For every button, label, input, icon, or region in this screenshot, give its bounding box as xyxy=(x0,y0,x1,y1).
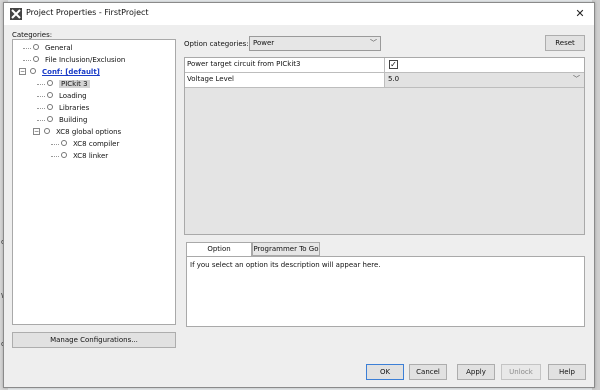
chevron-down-icon: ﹀ xyxy=(370,39,377,47)
unlock-button[interactable]: Unlock xyxy=(501,364,541,380)
tab-programmer-to-go[interactable]: Programmer To Go xyxy=(252,242,320,256)
power-target-checkbox[interactable]: ✓ xyxy=(389,60,398,69)
tree-item-conf-default[interactable]: − Conf: [default] xyxy=(19,67,100,78)
tree-item-libraries[interactable]: Libraries xyxy=(37,103,89,114)
tree-node-icon xyxy=(44,128,50,134)
help-button[interactable]: Help xyxy=(548,364,586,380)
categories-tree: General File Inclusion/Exclusion − Conf: … xyxy=(12,39,176,325)
app-icon xyxy=(10,8,22,20)
reset-button[interactable]: Reset xyxy=(545,35,585,51)
tree-node-icon xyxy=(61,140,67,146)
tree-node-icon xyxy=(47,80,53,86)
manage-configurations-button[interactable]: Manage Configurations... xyxy=(12,332,176,348)
option-categories-label: Option categories: xyxy=(184,40,249,48)
option-name: Power target circuit from PICkit3 xyxy=(185,58,385,72)
cancel-button[interactable]: Cancel xyxy=(409,364,447,380)
close-icon: ✕ xyxy=(575,7,585,20)
option-name: Voltage Level xyxy=(185,73,385,87)
collapse-icon[interactable]: − xyxy=(33,127,40,135)
close-button[interactable]: ✕ xyxy=(572,6,588,22)
option-row: Power target circuit from PICkit3 ✓ xyxy=(185,58,584,73)
tree-node-icon xyxy=(61,152,67,158)
categories-label: Categories: xyxy=(12,31,53,39)
voltage-level-value: 5.0 xyxy=(388,75,400,83)
tab-option-description[interactable]: Option Description xyxy=(186,242,252,265)
option-description-text: If you select an option its description … xyxy=(186,256,585,327)
tree-node-icon xyxy=(33,56,39,62)
apply-button[interactable]: Apply xyxy=(457,364,495,380)
tree-item-xc8-compiler[interactable]: XC8 compiler xyxy=(51,139,119,150)
tree-node-icon xyxy=(33,44,39,50)
project-properties-dialog: Project Properties - FirstProject ✕ Cate… xyxy=(3,2,595,388)
tree-item-building[interactable]: Building xyxy=(37,115,87,126)
tree-node-icon xyxy=(47,104,53,110)
tree-item-xc8-linker[interactable]: XC8 linker xyxy=(51,151,108,162)
voltage-level-select[interactable]: 5.0 ﹀ xyxy=(385,73,584,87)
options-table: Power target circuit from PICkit3 ✓ Volt… xyxy=(184,57,585,235)
tree-node-icon xyxy=(47,116,53,122)
option-categories-value: Power xyxy=(253,39,275,47)
window-title: Project Properties - FirstProject xyxy=(26,8,149,17)
tree-node-icon xyxy=(47,92,53,98)
option-row: Voltage Level 5.0 ﹀ xyxy=(185,73,584,88)
chevron-down-icon: ﹀ xyxy=(573,75,580,83)
option-value: ✓ xyxy=(385,58,584,72)
collapse-icon[interactable]: − xyxy=(19,67,26,75)
tree-item-loading[interactable]: Loading xyxy=(37,91,87,102)
title-bar[interactable]: Project Properties - FirstProject ✕ xyxy=(4,3,594,25)
tree-node-icon xyxy=(30,68,36,74)
option-categories-select[interactable]: Power ﹀ xyxy=(249,36,381,51)
tree-item-xc8-global[interactable]: − XC8 global options xyxy=(33,127,121,138)
tree-item-file-inclusion[interactable]: File Inclusion/Exclusion xyxy=(23,55,125,66)
tree-item-general[interactable]: General xyxy=(23,43,73,54)
tree-item-pickit3[interactable]: PICkit 3 xyxy=(37,79,90,90)
ok-button[interactable]: OK xyxy=(366,364,404,380)
